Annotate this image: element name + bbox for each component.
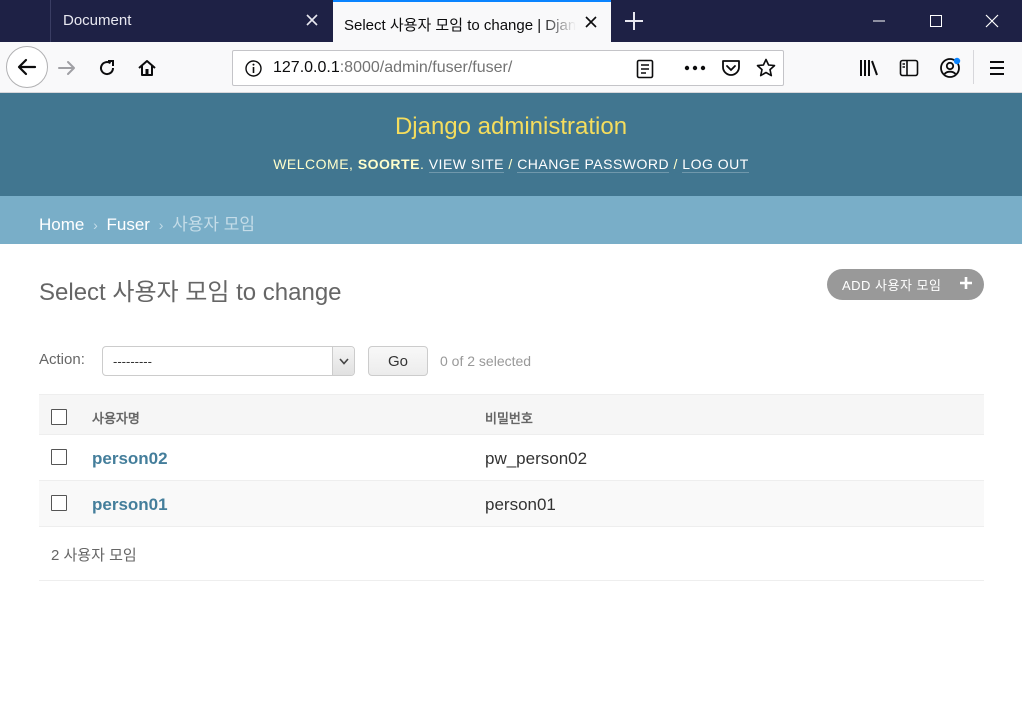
minimize-button[interactable]	[851, 0, 907, 42]
url-path: :8000/admin/fuser/fuser/	[339, 59, 513, 76]
new-tab-plus-icon[interactable]	[621, 8, 647, 34]
sidebar-toggle-button[interactable]	[896, 55, 922, 81]
account-icon	[940, 57, 961, 78]
page-title: Select 사용자 모임 to change	[39, 279, 342, 306]
separator: /	[669, 156, 683, 172]
back-arrow-icon	[17, 58, 37, 76]
reader-view-icon[interactable]	[636, 59, 654, 79]
select-all-checkbox[interactable]	[51, 409, 67, 425]
forward-arrow-icon	[58, 61, 75, 75]
home-icon	[138, 60, 156, 76]
reload-button[interactable]	[94, 55, 120, 81]
close-icon[interactable]	[304, 12, 320, 28]
hamburger-menu-icon	[990, 61, 1004, 75]
password-cell: pw_person02	[485, 449, 588, 468]
tab-django-admin[interactable]: Select 사용자 모임 to change | Django site ad…	[333, 0, 611, 42]
view-site-link[interactable]: VIEW SITE	[428, 156, 505, 173]
back-button[interactable]	[6, 46, 48, 88]
user-tools: WELCOME, SOORTE. VIEW SITE / CHANGE PASS…	[0, 156, 1022, 173]
action-selected-option: ---------	[113, 354, 152, 369]
change-password-link[interactable]: CHANGE PASSWORD	[517, 156, 670, 173]
close-icon	[985, 14, 999, 28]
row-checkbox[interactable]	[51, 449, 67, 465]
username: SOORTE	[357, 156, 420, 172]
action-select[interactable]: ---------	[102, 346, 355, 376]
chevron-down-icon	[338, 357, 349, 365]
add-button-label: ADD 사용자 모임	[842, 278, 942, 293]
password-cell: person01	[485, 495, 556, 514]
breadcrumb-separator: ›	[158, 217, 164, 233]
punct: .	[419, 156, 429, 172]
site-branding[interactable]: Django administration	[0, 113, 1022, 141]
logout-link[interactable]: LOG OUT	[682, 156, 749, 173]
welcome-text: WELCOME,	[273, 156, 358, 172]
home-button[interactable]	[134, 55, 160, 81]
dropdown-arrow[interactable]	[332, 347, 354, 375]
selection-counter: 0 of 2 selected	[440, 353, 532, 369]
browser-titlebar: Document Select 사용자 모임 to change | Djang…	[0, 0, 1022, 42]
table-row: person02 pw_person02	[39, 435, 984, 481]
forward-button[interactable]	[54, 55, 80, 81]
pocket-icon[interactable]	[721, 59, 741, 78]
url-text[interactable]: 127.0.0.1:8000/admin/fuser/fuser/	[273, 59, 512, 77]
minimize-icon	[873, 20, 885, 22]
toolbar-divider	[973, 50, 974, 84]
breadcrumb: Home › Fuser › 사용자 모임	[0, 196, 1022, 244]
result-list-table: 사용자명 비밀번호 person02 pw_person02 person01 …	[39, 394, 984, 527]
library-button[interactable]	[856, 55, 882, 81]
table-header-row: 사용자명 비밀번호	[39, 394, 984, 435]
close-icon[interactable]	[583, 14, 599, 30]
column-header-username[interactable]: 사용자명	[92, 408, 140, 427]
info-icon[interactable]	[245, 60, 262, 77]
sidebar-icon	[899, 59, 919, 77]
bookmark-star-icon[interactable]	[756, 58, 776, 78]
add-object-button[interactable]: ADD 사용자 모임	[827, 269, 984, 300]
url-host: 127.0.0.1	[273, 59, 340, 76]
go-button[interactable]: Go	[368, 346, 428, 376]
breadcrumb-current: 사용자 모임	[172, 215, 256, 234]
breadcrumb-separator: ›	[93, 217, 98, 233]
maximize-icon	[930, 15, 942, 27]
paginator: 2 사용자 모임	[39, 527, 984, 581]
account-button[interactable]	[936, 54, 964, 82]
breadcrumb-app[interactable]: Fuser	[107, 215, 150, 234]
reload-icon	[100, 60, 115, 76]
tab-title: Document	[63, 12, 132, 29]
maximize-button[interactable]	[908, 0, 964, 42]
library-icon	[860, 60, 878, 76]
plus-icon	[960, 277, 972, 289]
table-row: person01 person01	[39, 481, 984, 527]
window-close-button[interactable]	[964, 0, 1020, 42]
column-header-password[interactable]: 비밀번호	[485, 408, 533, 427]
separator: /	[504, 156, 518, 172]
browser-toolbar: 127.0.0.1:8000/admin/fuser/fuser/	[0, 42, 1022, 93]
action-label: Action:	[39, 351, 85, 368]
more-actions-icon[interactable]	[684, 65, 706, 71]
username-link[interactable]: person01	[92, 495, 168, 515]
breadcrumb-home[interactable]: Home	[39, 215, 84, 234]
address-bar[interactable]: 127.0.0.1:8000/admin/fuser/fuser/	[232, 50, 784, 86]
menu-button[interactable]	[984, 55, 1010, 81]
tab-title: Select 사용자 모임 to change | Django site ad…	[344, 17, 576, 34]
admin-header: Django administration WELCOME, SOORTE. V…	[0, 93, 1022, 196]
username-link[interactable]: person02	[92, 449, 168, 469]
row-checkbox[interactable]	[51, 495, 67, 511]
tab-document[interactable]: Document	[50, 0, 332, 42]
